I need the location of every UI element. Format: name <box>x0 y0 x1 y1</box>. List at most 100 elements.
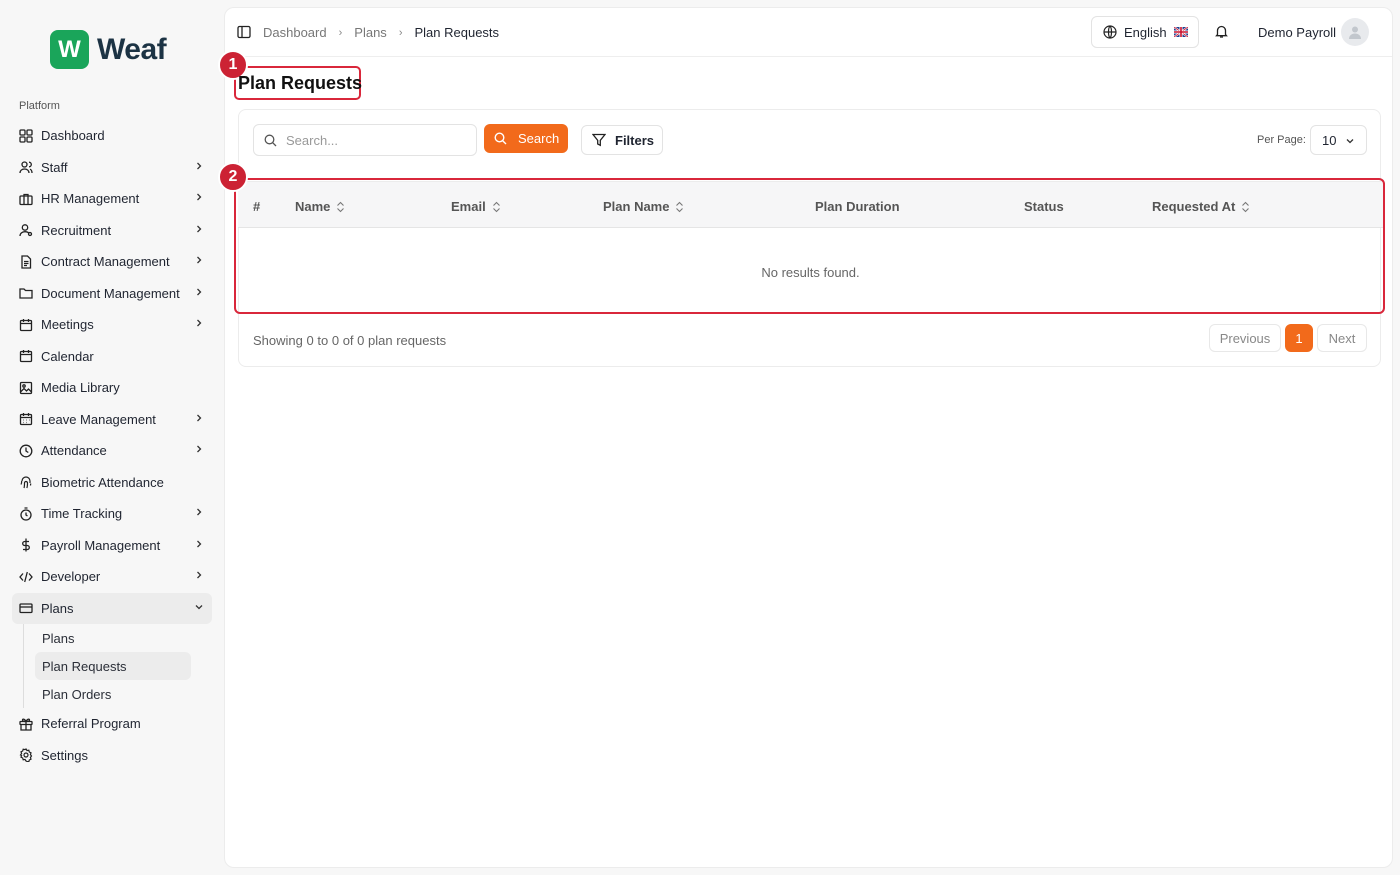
sidebar-item-label: Media Library <box>41 380 120 396</box>
sidebar-item-label: Attendance <box>41 443 107 459</box>
filter-icon <box>592 133 606 147</box>
sidebar-item-referral-program[interactable]: Referral Program <box>12 708 212 740</box>
chevron-right-icon <box>197 225 202 232</box>
sidebar-item-payroll-management[interactable]: Payroll Management <box>12 530 212 562</box>
chevron-right-icon <box>197 540 202 547</box>
chevron-down-icon <box>1346 139 1354 144</box>
per-page-value: 10 <box>1322 132 1337 148</box>
topbar: Dashboard › Plans › Plan Requests Englis… <box>225 8 1392 57</box>
sidebar-item-label: Calendar <box>41 348 94 364</box>
search-field[interactable] <box>253 124 477 156</box>
breadcrumb-plans[interactable]: Plans <box>354 25 387 40</box>
chevron-right-icon <box>197 256 202 264</box>
sidebar-item-document-management[interactable]: Document Management <box>12 278 212 310</box>
previous-page-button[interactable]: Previous <box>1209 324 1281 352</box>
sidebar-item-attendance[interactable]: Attendance <box>12 435 212 467</box>
summary-suffix: plan requests <box>368 333 447 348</box>
folder-icon <box>19 286 33 300</box>
logo-mark: W <box>50 30 89 69</box>
logo[interactable]: W Weaf <box>50 30 167 69</box>
sidebar-subitem-plan-requests[interactable]: Plan Requests <box>35 652 191 680</box>
gift-icon <box>19 717 33 731</box>
sidebar-toggle-icon[interactable] <box>237 25 251 39</box>
sidebar-item-label: HR Management <box>41 191 140 207</box>
per-page-label: Per Page: <box>1257 134 1306 146</box>
sidebar-subitem-plans[interactable]: Plans <box>35 624 191 652</box>
per-page-select[interactable]: 10 <box>1310 125 1367 155</box>
sidebar-item-contract-management[interactable]: Contract Management <box>12 246 212 278</box>
sidebar-item-dashboard[interactable]: Dashboard <box>12 120 212 152</box>
sidebar-item-label: Contract Management <box>41 254 170 270</box>
sidebar-item-label: Plans <box>41 600 74 616</box>
sidebar-item-meetings[interactable]: Meetings <box>12 309 212 341</box>
sidebar-item-biometric-attendance[interactable]: Biometric Attendance <box>12 467 212 499</box>
annotation-badge-2: 2 <box>218 162 248 192</box>
page-1-button[interactable]: 1 <box>1285 324 1313 352</box>
summary-from: 0 <box>306 333 314 348</box>
sidebar-nav: Dashboard Staff HR Management Recruitmen… <box>12 120 212 771</box>
sidebar-item-calendar[interactable]: Calendar <box>12 341 212 373</box>
chevron-right-icon <box>197 414 202 421</box>
chevron-right-icon <box>197 162 202 169</box>
sidebar-subitem-plan-orders[interactable]: Plan Orders <box>35 680 191 708</box>
sidebar-item-settings[interactable]: Settings <box>12 740 212 772</box>
filters-button[interactable]: Filters <box>581 125 663 155</box>
language-button[interactable]: English <box>1091 16 1199 48</box>
calendar-days-icon <box>19 318 33 332</box>
uk-flag-icon <box>1173 27 1188 37</box>
chevron-right-icon: › <box>398 26 403 39</box>
globe-icon <box>1103 25 1117 39</box>
image-icon <box>19 381 33 395</box>
calendar-icon <box>19 349 33 363</box>
summary-total: 0 <box>357 333 365 348</box>
sidebar-item-label: Referral Program <box>41 716 141 732</box>
sidebar-item-time-tracking[interactable]: Time Tracking <box>12 498 212 530</box>
search-input[interactable] <box>286 132 466 148</box>
filters-button-label: Filters <box>615 132 655 148</box>
sidebar-item-label: Staff <box>41 159 68 175</box>
breadcrumb-current: Plan Requests <box>414 25 500 40</box>
sidebar-item-plans[interactable]: Plans <box>12 592 212 624</box>
plans-subnav: Plans Plan Requests Plan Orders <box>23 624 212 708</box>
sidebar-item-recruitment[interactable]: Recruitment <box>12 215 212 247</box>
bell-icon[interactable] <box>1214 24 1229 39</box>
sidebar-item-label: Time Tracking <box>41 506 123 522</box>
breadcrumb: Dashboard › Plans › Plan Requests <box>263 25 499 40</box>
sidebar-item-hr-management[interactable]: HR Management <box>12 183 212 215</box>
timer-icon <box>19 507 33 521</box>
sidebar-item-label: Settings <box>41 747 88 763</box>
chevron-down-icon <box>195 604 203 609</box>
next-page-button[interactable]: Next <box>1317 324 1367 352</box>
summary-of-word: of <box>342 333 354 348</box>
pagination: Previous 1 Next <box>1209 324 1367 352</box>
users-icon <box>19 160 33 174</box>
main-panel: Dashboard › Plans › Plan Requests Englis… <box>218 7 1393 868</box>
logo-text: Weaf <box>97 32 167 66</box>
fingerprint-icon <box>19 475 33 489</box>
chevron-right-icon <box>197 288 202 295</box>
chevron-right-icon: › <box>338 26 343 39</box>
sidebar-item-label: Document Management <box>41 285 180 301</box>
sidebar-item-developer[interactable]: Developer <box>12 561 212 593</box>
sidebar-item-staff[interactable]: Staff <box>12 152 212 184</box>
file-text-icon <box>19 255 33 269</box>
sidebar-item-label: Payroll Management <box>41 537 161 553</box>
breadcrumb-dashboard[interactable]: Dashboard <box>263 25 327 40</box>
gear-icon <box>19 748 33 763</box>
chevron-right-icon <box>197 508 202 516</box>
search-icon <box>264 134 277 146</box>
search-button[interactable]: Search <box>484 124 568 153</box>
sidebar-item-leave-management[interactable]: Leave Management <box>12 404 212 436</box>
search-icon <box>494 132 507 145</box>
sidebar-item-label: Leave Management <box>41 411 156 427</box>
credit-card-icon <box>19 601 33 615</box>
grid-icon <box>19 129 33 143</box>
avatar[interactable] <box>1341 18 1369 46</box>
user-name[interactable]: Demo Payroll <box>1258 25 1336 40</box>
sidebar-item-media-library[interactable]: Media Library <box>12 372 212 404</box>
user-avatar-icon <box>1349 26 1361 39</box>
sidebar-item-label: Dashboard <box>41 128 105 144</box>
summary-to: 0 <box>331 333 340 348</box>
calendar-check-icon <box>19 412 33 426</box>
language-label: English <box>1124 24 1167 40</box>
